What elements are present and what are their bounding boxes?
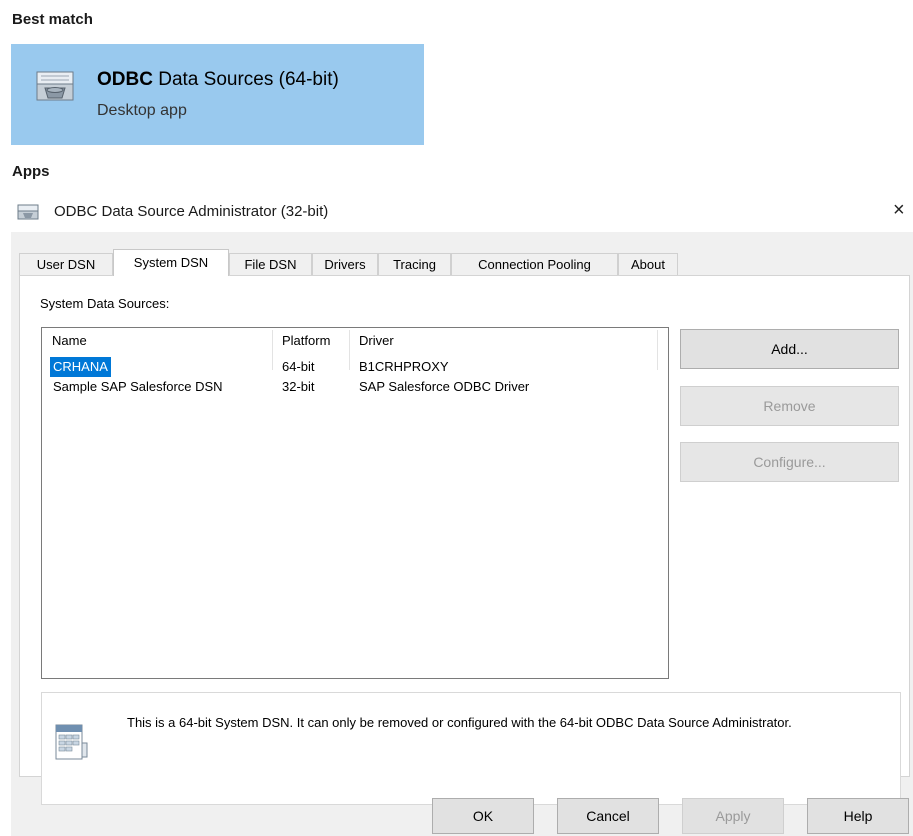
best-match-subtitle: Desktop app [97,102,187,119]
tab-drivers[interactable]: Drivers [312,253,378,275]
close-icon[interactable]: × [893,199,905,222]
dsn-platform: 64-bit [282,359,315,374]
table-row[interactable]: CRHANA 64-bit B1CRHPROXY [42,357,668,377]
column-header-driver[interactable]: Driver [349,328,657,353]
remove-button[interactable]: Remove [680,386,899,426]
cancel-button[interactable]: Cancel [557,798,659,834]
info-message: This is a 64-bit System DSN. It can only… [127,715,792,730]
app-result-label: ODBC Data Source Administrator (32-bit) [54,203,329,220]
odbc-dialog: User DSN System DSN File DSN Drivers Tra… [11,232,913,836]
dsn-name: Sample SAP Salesforce DSN [53,379,223,394]
apps-heading: Apps [12,163,50,180]
help-button[interactable]: Help [807,798,909,834]
apply-button[interactable]: Apply [682,798,784,834]
odbc-admin-icon [36,71,74,101]
table-row[interactable]: Sample SAP Salesforce DSN 32-bit SAP Sal… [42,377,668,397]
column-header-name[interactable]: Name [42,328,272,353]
tab-about[interactable]: About [618,253,678,275]
dsn-name: CRHANA [50,357,111,377]
dsn-driver: B1CRHPROXY [359,359,449,374]
tab-panel-system-dsn: System Data Sources: Name Platform Drive… [19,275,910,805]
dsn-info-icon [55,724,88,760]
system-data-sources-label: System Data Sources: [40,296,170,311]
tab-file-dsn[interactable]: File DSN [229,253,312,275]
ok-button[interactable]: OK [432,798,534,834]
dsn-list[interactable]: Name Platform Driver CRHANA 64-bit B1CRH… [41,327,669,679]
tab-connection-pooling[interactable]: Connection Pooling [451,253,618,275]
dsn-driver: SAP Salesforce ODBC Driver [359,379,530,394]
best-match-title: ODBC Data Sources (64-bit) [97,69,339,90]
odbc-admin-icon [17,204,39,220]
app-result-odbc-32[interactable]: ODBC Data Source Administrator (32-bit) … [0,198,913,228]
tab-system-dsn[interactable]: System DSN [113,249,229,276]
tab-tracing[interactable]: Tracing [378,253,451,275]
info-box: This is a 64-bit System DSN. It can only… [41,692,901,805]
best-match-heading: Best match [12,11,93,28]
tab-user-dsn[interactable]: User DSN [19,253,113,275]
dsn-platform: 32-bit [282,379,315,394]
column-header-platform[interactable]: Platform [272,328,349,353]
add-button[interactable]: Add... [680,329,899,369]
best-match-result[interactable]: ODBC Data Sources (64-bit) Desktop app [11,44,424,145]
configure-button[interactable]: Configure... [680,442,899,482]
